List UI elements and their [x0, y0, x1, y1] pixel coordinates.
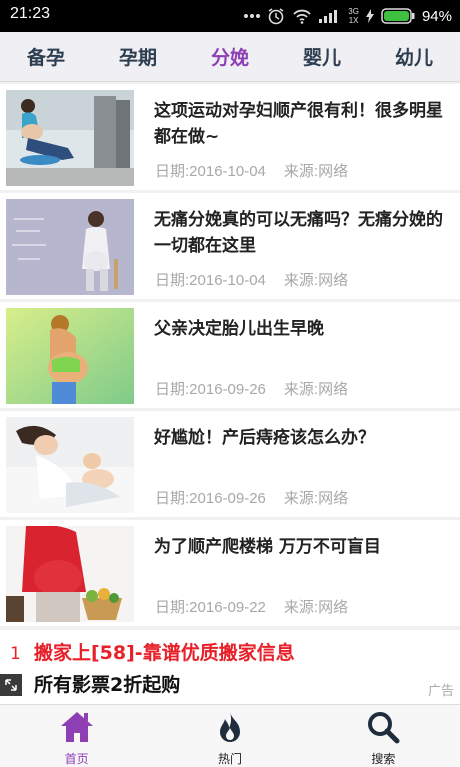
ad-text: 所有影票2折起购 — [34, 674, 181, 696]
category-tabs: 备孕 孕期 分娩 婴儿 幼儿 — [0, 32, 460, 82]
article-date: 日期:2016-10-04 — [155, 163, 266, 180]
ad-link-1[interactable]: 1 搬家上[58]-靠谱优质搬家信息 — [10, 638, 295, 665]
article-title: 无痛分娩真的可以无痛吗？无痛分娩的一切都在这里 — [154, 210, 443, 256]
article-source: 来源:网络 — [283, 490, 349, 507]
status-bar: 21:23 3G 1X 94% — [0, 0, 460, 32]
tab-fenmian[interactable]: 分娩 — [184, 32, 276, 81]
nav-home-label: 首页 — [64, 752, 89, 766]
network-type-icon: 3G 1X — [348, 7, 359, 25]
article-title: 父亲决定胎儿出生早晚 — [154, 319, 324, 339]
article-meta: 日期:2016-10-04 来源:网络 — [155, 269, 348, 290]
ad-text: 搬家上[58]-靠谱优质搬家信息 — [34, 642, 295, 664]
bottom-nav: 首页 热门 搜索 — [0, 704, 460, 767]
article-date: 日期:2016-09-26 — [155, 381, 266, 398]
nav-hot[interactable]: 热门 — [153, 705, 306, 767]
status-time: 21:23 — [10, 5, 51, 22]
battery-percent: 94% — [421, 7, 452, 25]
article-meta: 日期:2016-09-26 来源:网络 — [155, 378, 348, 399]
tab-beiyun[interactable]: 备孕 — [0, 32, 92, 81]
wifi-icon — [292, 8, 312, 24]
ad-link-2[interactable]: 2 所有影票2折起购 — [10, 670, 180, 697]
ad-number: 1 — [10, 644, 21, 664]
article-meta: 日期:2016-10-04 来源:网络 — [155, 160, 348, 181]
article-item[interactable]: 这项运动对孕妇顺产很有利！很多明星都在做~ 日期:2016-10-04 来源:网络 — [0, 84, 460, 190]
nav-hot-label: 热门 — [217, 752, 242, 766]
ad-label: 广告 — [427, 684, 454, 699]
article-date: 日期:2016-09-26 — [155, 490, 266, 507]
status-icons: 3G 1X 94% — [244, 4, 452, 28]
home-icon — [59, 710, 95, 748]
article-item[interactable]: 好尴尬！产后痔疮该怎么办？ 日期:2016-09-26 来源:网络 — [0, 411, 460, 517]
flame-icon — [212, 710, 248, 748]
battery-icon — [381, 8, 415, 24]
article-thumbnail — [6, 90, 134, 186]
article-meta: 日期:2016-09-26 来源:网络 — [155, 487, 348, 508]
article-thumbnail — [6, 199, 134, 295]
article-date: 日期:2016-09-22 — [155, 599, 266, 616]
nav-home[interactable]: 首页 — [0, 705, 153, 767]
article-title: 这项运动对孕妇顺产很有利！很多明星都在做~ — [154, 101, 443, 147]
search-icon — [365, 710, 401, 748]
signal-icon — [319, 9, 341, 23]
nav-search[interactable]: 搜索 — [307, 705, 460, 767]
article-item[interactable]: 父亲决定胎儿出生早晚 日期:2016-09-26 来源:网络 — [0, 302, 460, 408]
article-thumbnail — [6, 417, 134, 513]
ad-expand-icon[interactable] — [0, 674, 22, 696]
article-date: 日期:2016-10-04 — [155, 272, 266, 289]
article-source: 来源:网络 — [283, 272, 349, 289]
article-thumbnail — [6, 526, 134, 622]
ad-banner: 1 搬家上[58]-靠谱优质搬家信息 2 所有影票2折起购 广告 — [0, 630, 460, 704]
tab-yunqi[interactable]: 孕期 — [92, 32, 184, 81]
nav-search-label: 搜索 — [371, 752, 396, 766]
article-source: 来源:网络 — [283, 599, 349, 616]
alarm-icon — [267, 7, 285, 25]
more-dots-icon — [244, 13, 261, 19]
article-title: 为了顺产爬楼梯 万万不可盲目 — [154, 537, 381, 557]
tab-youer[interactable]: 幼儿 — [368, 32, 460, 81]
article-source: 来源:网络 — [283, 381, 349, 398]
article-source: 来源:网络 — [283, 163, 349, 180]
charging-icon — [365, 9, 374, 23]
article-title: 好尴尬！产后痔疮该怎么办？ — [154, 428, 375, 448]
article-item[interactable]: 无痛分娩真的可以无痛吗？无痛分娩的一切都在这里 日期:2016-10-04 来源:… — [0, 193, 460, 299]
article-thumbnail — [6, 308, 134, 404]
article-item[interactable]: 为了顺产爬楼梯 万万不可盲目 日期:2016-09-22 来源:网络 — [0, 520, 460, 626]
tab-yinger[interactable]: 婴儿 — [276, 32, 368, 81]
network-type-label: 3G — [348, 7, 359, 16]
network-sim-label: 1X — [348, 16, 359, 25]
article-meta: 日期:2016-09-22 来源:网络 — [155, 596, 348, 617]
